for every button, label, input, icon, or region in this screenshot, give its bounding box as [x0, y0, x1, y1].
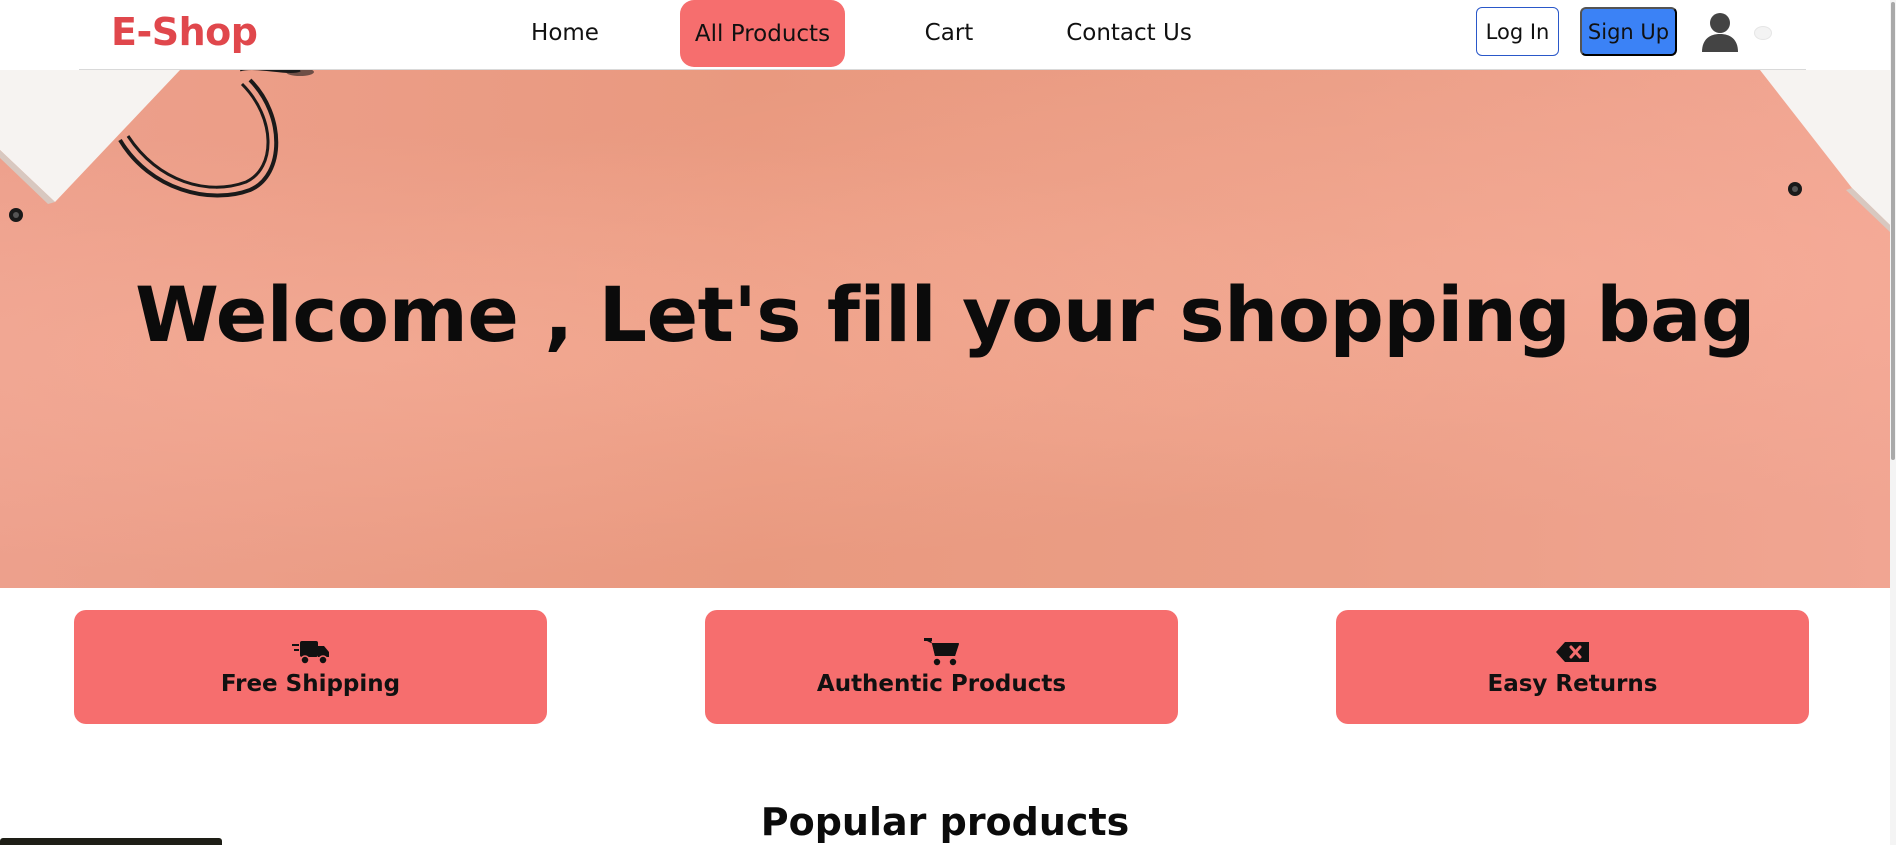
- feature-label: Authentic Products: [816, 671, 1067, 697]
- truck-icon: [291, 641, 329, 665]
- page: E-Shop Home All Products Cart Contact Us…: [0, 0, 1896, 845]
- navbar: E-Shop Home All Products Cart Contact Us…: [0, 0, 1890, 70]
- nav-contact-us[interactable]: Contact Us: [1055, 0, 1203, 66]
- feature-card-free-shipping: Free Shipping: [74, 610, 547, 724]
- nav-home[interactable]: Home: [512, 0, 618, 66]
- hero-title: Welcome , Let's fill your shopping bag: [135, 270, 1755, 359]
- bottom-widget-bar[interactable]: [0, 838, 222, 845]
- backspace-icon: [1555, 642, 1589, 662]
- nav-all-products[interactable]: All Products: [680, 0, 845, 67]
- theme-toggle[interactable]: [1754, 26, 1772, 40]
- feature-card-easy-returns: Easy Returns: [1336, 610, 1809, 724]
- section-title-popular-products: Popular products: [760, 800, 1130, 844]
- brand-logo[interactable]: E-Shop: [111, 10, 258, 54]
- user-icon[interactable]: [1701, 12, 1739, 52]
- feature-label: Easy Returns: [1487, 671, 1658, 697]
- feature-card-authentic-products: Authentic Products: [705, 610, 1178, 724]
- scrollbar-thumb[interactable]: [1891, 2, 1895, 460]
- nav-cart[interactable]: Cart: [905, 0, 993, 66]
- signup-button[interactable]: Sign Up: [1580, 7, 1677, 56]
- feature-label: Free Shipping: [220, 671, 401, 697]
- login-button[interactable]: Log In: [1476, 7, 1559, 56]
- cart-icon: [923, 638, 959, 666]
- hero-banner: Welcome , Let's fill your shopping bag: [0, 70, 1890, 588]
